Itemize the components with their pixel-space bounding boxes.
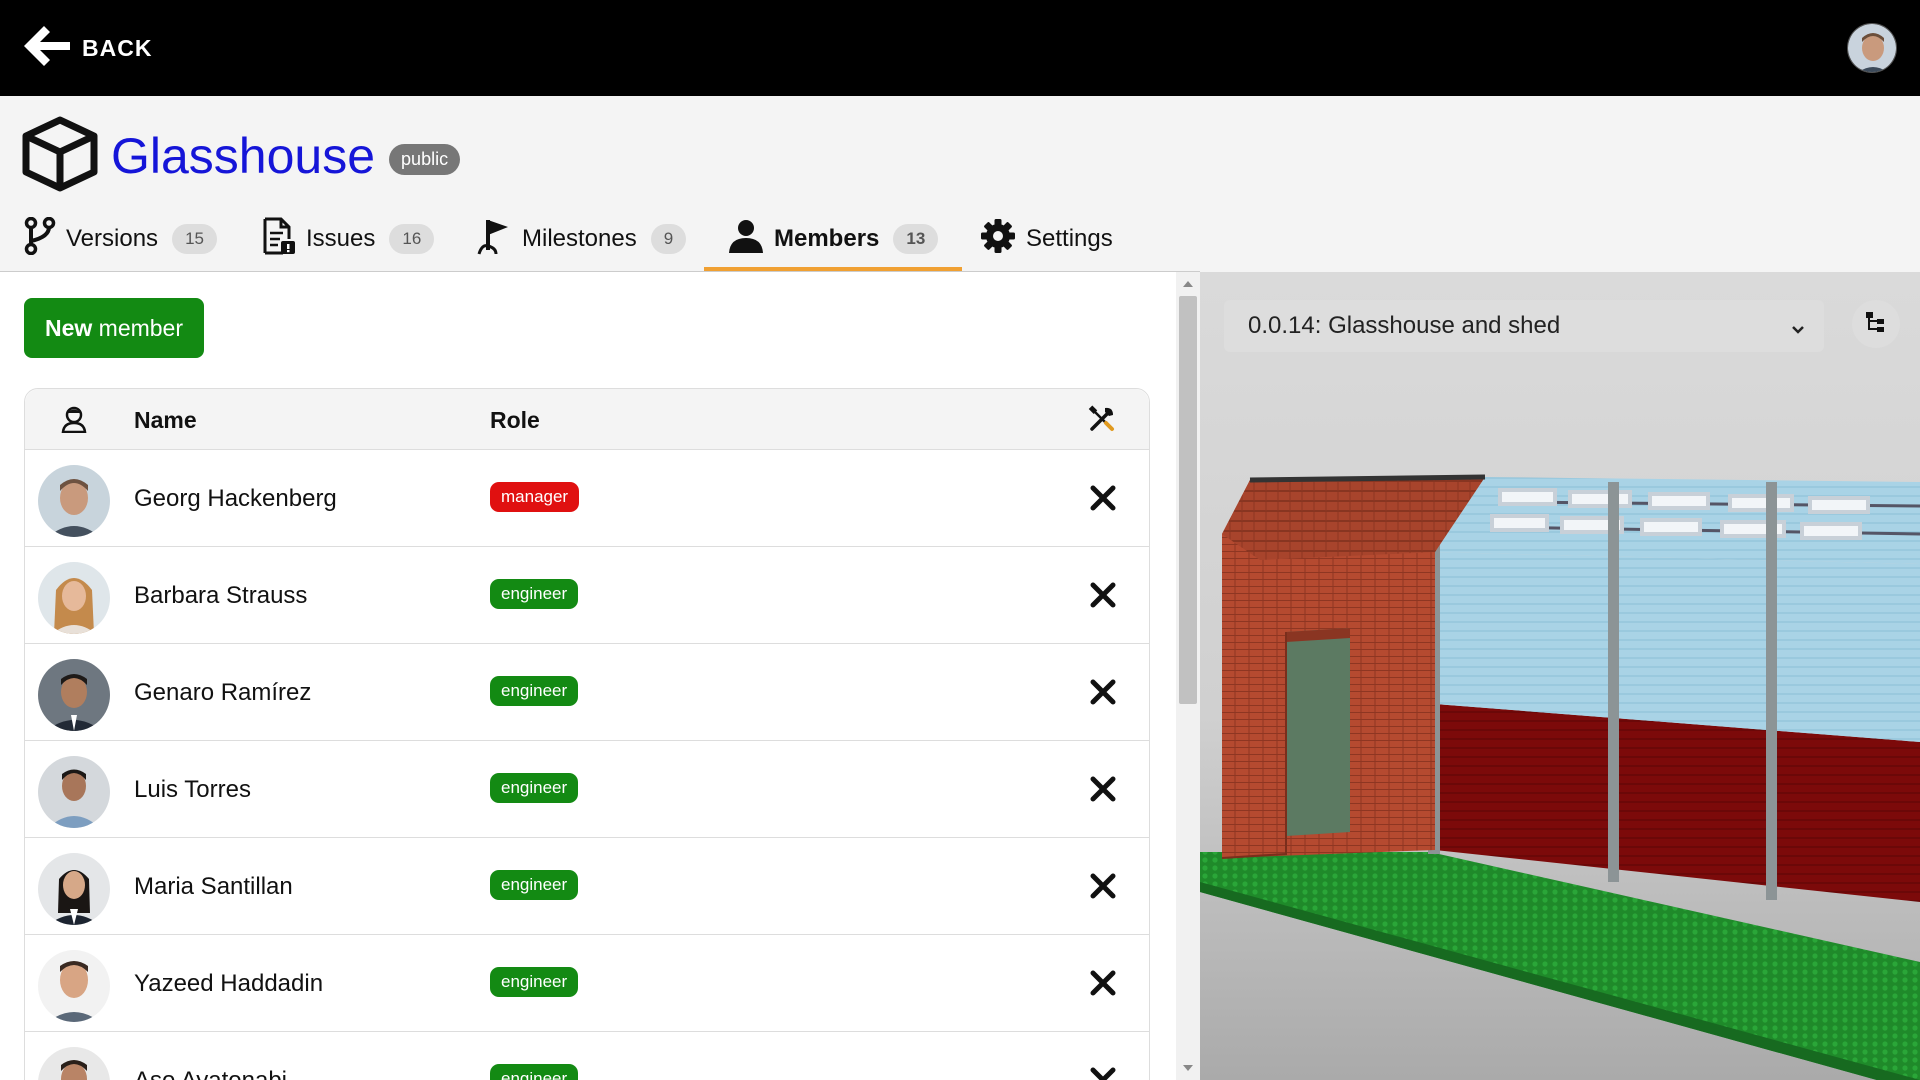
tab-settings[interactable]: Settings [980, 206, 1113, 272]
column-name: Name [134, 407, 197, 433]
member-name[interactable]: Barbara Strauss [134, 582, 307, 610]
issue-document-icon [262, 217, 296, 262]
member-avatar [38, 562, 110, 634]
tab-issues-label: Issues [306, 225, 376, 252]
top-bar: BACK [0, 0, 1920, 96]
person-icon [728, 219, 764, 260]
new-member-label-rest: member [92, 314, 184, 341]
cube-icon [22, 116, 98, 197]
version-select[interactable]: 0.0.14: Glasshouse and shed [1224, 300, 1824, 352]
remove-member-icon[interactable] [1089, 581, 1117, 609]
member-avatar [38, 1047, 110, 1080]
user-column-icon [61, 405, 87, 439]
new-member-button[interactable]: New member [24, 298, 204, 358]
table-row: Barbara Strauss engineer [25, 547, 1149, 644]
members-panel: New member Name Role Georg Hackenberg ma… [0, 272, 1176, 1080]
model-viewer[interactable]: 0.0.14: Glasshouse and shed [1200, 272, 1920, 1080]
project-title[interactable]: Glasshouse [111, 127, 375, 185]
tree-hierarchy-icon [1865, 311, 1887, 338]
tab-members-label: Members [774, 225, 880, 252]
table-row: Maria Santillan engineer [25, 838, 1149, 935]
remove-member-icon[interactable] [1089, 872, 1117, 900]
member-name[interactable]: Georg Hackenberg [134, 485, 337, 513]
member-name[interactable]: Maria Santillan [134, 873, 293, 901]
tab-members-count: 13 [893, 224, 939, 254]
table-row: Yazeed Haddadin engineer [25, 935, 1149, 1032]
remove-member-icon[interactable] [1089, 678, 1117, 706]
tab-milestones[interactable]: Milestones 9 [476, 206, 687, 272]
new-member-label-bold: New [44, 314, 93, 341]
remove-member-icon[interactable] [1089, 484, 1117, 512]
table-row: Aso Ayatonabi engineer [25, 1032, 1149, 1080]
tab-versions[interactable]: Versions 15 [24, 206, 217, 272]
role-badge: engineer [490, 676, 579, 706]
back-button[interactable]: BACK [22, 24, 153, 73]
scroll-up-arrow-icon[interactable] [1183, 281, 1193, 287]
member-name[interactable]: Aso Ayatonabi [134, 1067, 287, 1080]
tab-issues-count: 16 [389, 224, 435, 254]
table-row: Luis Torres engineer [25, 741, 1149, 838]
remove-member-icon[interactable] [1089, 775, 1117, 803]
member-name[interactable]: Luis Torres [134, 776, 251, 804]
project-header: Glasshouse public [22, 116, 461, 197]
project-tabs: Versions 15 Issues 16 Milestones 9 Membe… [0, 206, 1920, 272]
visibility-badge: public [389, 143, 461, 175]
role-badge: engineer [490, 870, 579, 900]
tools-icon [1088, 405, 1116, 439]
member-avatar [38, 853, 110, 925]
members-scrollbar[interactable] [1176, 272, 1200, 1080]
scroll-down-arrow-icon[interactable] [1183, 1065, 1193, 1071]
tab-versions-label: Versions [66, 225, 159, 252]
chevron-down-icon [1790, 317, 1806, 345]
branch-icon [24, 216, 56, 262]
milestone-flag-icon [476, 216, 512, 263]
role-badge: engineer [490, 1064, 579, 1080]
tab-settings-label: Settings [1026, 225, 1113, 252]
column-role: Role [490, 407, 540, 433]
tab-issues[interactable]: Issues 16 [262, 206, 435, 272]
version-select-value: 0.0.14: Glasshouse and shed [1248, 312, 1561, 339]
table-row: Georg Hackenberg manager [25, 450, 1149, 547]
member-name[interactable]: Genaro Ramírez [134, 679, 311, 707]
tab-milestones-count: 9 [650, 224, 687, 254]
tab-milestones-label: Milestones [522, 225, 637, 252]
glasshouse-3d-model[interactable] [1200, 272, 1920, 1080]
tab-versions-count: 15 [172, 224, 217, 254]
scrollbar-thumb[interactable] [1179, 296, 1197, 704]
member-name[interactable]: Yazeed Haddadin [134, 970, 323, 998]
member-avatar [38, 659, 110, 731]
role-badge: engineer [490, 579, 579, 609]
members-table: Name Role Georg Hackenberg manager Barba… [24, 388, 1150, 1080]
back-label: BACK [82, 34, 153, 61]
role-badge: manager [490, 482, 580, 512]
table-header: Name Role [25, 389, 1149, 450]
role-badge: engineer [490, 967, 579, 997]
role-badge: engineer [490, 773, 579, 803]
tab-members[interactable]: Members 13 [703, 206, 963, 272]
member-avatar [38, 950, 110, 1022]
gear-icon [980, 218, 1016, 261]
member-avatar [38, 756, 110, 828]
table-row: Genaro Ramírez engineer [25, 644, 1149, 741]
user-avatar[interactable] [1847, 23, 1897, 73]
remove-member-icon[interactable] [1089, 969, 1117, 997]
arrow-left-icon [22, 24, 72, 73]
member-avatar [38, 465, 110, 537]
model-tree-button[interactable] [1852, 300, 1900, 348]
remove-member-icon[interactable] [1089, 1066, 1117, 1080]
